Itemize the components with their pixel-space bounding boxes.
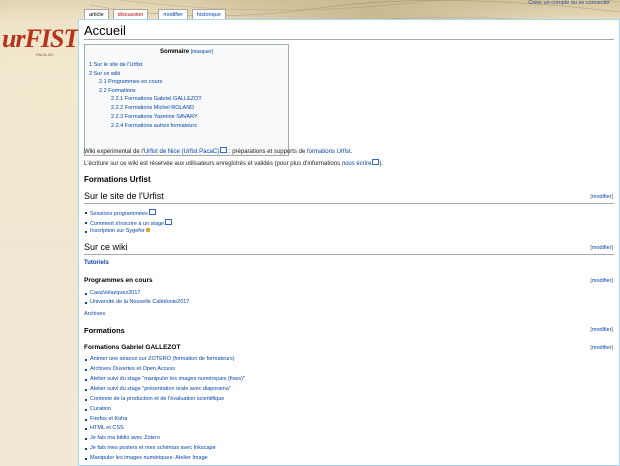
edit-label[interactable]: modifier xyxy=(592,278,612,284)
link-tutoriels[interactable]: Tutoriels xyxy=(84,260,109,266)
list-item[interactable]: CasaVelazquez2017 xyxy=(84,290,140,296)
external-link-icon xyxy=(148,209,156,215)
list-item[interactable]: Animer une séance sur ZOTERO (formation … xyxy=(85,356,235,362)
list-item[interactable]: HTML et CSS xyxy=(85,425,124,431)
toc-toggle[interactable]: [masquer] xyxy=(191,49,213,55)
table-of-contents: Sommaire [masquer] 1 Sur le site de l'Ur… xyxy=(84,44,289,156)
link-archives[interactable]: Archives xyxy=(84,311,105,317)
toc-title: Sommaire xyxy=(160,49,190,55)
list-item[interactable]: Firefox et Koha xyxy=(84,416,127,422)
urfist-nice-link[interactable]: Urfist de Nice (Urfist PacaC) xyxy=(144,149,219,155)
edit-label[interactable]: modifier xyxy=(592,194,612,200)
login-link[interactable]: Créer un compte ou se connecter xyxy=(528,0,610,6)
link-inscription[interactable]: Comment s'inscrire à un stage xyxy=(84,219,173,227)
heading-site-urfist: Sur le site de l'Urfist xyxy=(84,191,164,201)
intro-text: L'écriture sur ce wiki est réservée aux … xyxy=(84,161,342,167)
edit-label[interactable]: modifier xyxy=(592,245,612,251)
list-item[interactable]: Curation xyxy=(85,406,111,412)
intro-text: . xyxy=(350,149,353,155)
logo-subtext: PACA-NC xyxy=(36,52,54,57)
list-item[interactable]: Manipuler les images numériques- Atelier… xyxy=(85,455,208,461)
edit-label[interactable]: modifier xyxy=(592,345,612,351)
list-item[interactable]: Comment s'inscrire à un stage xyxy=(90,221,164,227)
list-item[interactable]: Université de la Nouvelle Calédonie2017 xyxy=(84,299,189,305)
edit-section-formations[interactable]: [modifier] xyxy=(590,327,613,333)
lock-icon xyxy=(145,228,150,232)
list-item[interactable]: Je fais mes posters et mes schémas avec … xyxy=(85,445,216,451)
link-sessions[interactable]: Sessions programmées xyxy=(85,209,156,217)
page-title: Accueil xyxy=(84,23,126,38)
formations-urfist-link[interactable]: formations Urfist xyxy=(307,149,351,155)
edit-section-site[interactable]: [modifier] xyxy=(590,194,613,200)
intro-paragraph-2: L'écriture sur ce wiki est réservée aux … xyxy=(84,159,383,167)
list-item[interactable]: Inscription sur Sygefor xyxy=(90,228,145,234)
toc-item-autres[interactable]: 2.2.4 Formations autres formateurs xyxy=(111,123,197,129)
list-item[interactable]: Atelier suivi du stage "manipuler les im… xyxy=(85,376,245,382)
list-item[interactable]: Archives Ouvertes et Open Access xyxy=(85,366,175,372)
external-link-icon xyxy=(165,219,173,225)
site-logo[interactable]: urFIST PACA-NC xyxy=(2,24,79,64)
heading-formations-urfist: Formations Urfist xyxy=(84,175,151,184)
toc-item-programmes[interactable]: 2.1 Programmes en cours xyxy=(99,79,162,85)
section-divider xyxy=(84,254,614,255)
edit-section-gallezot[interactable]: [modifier] xyxy=(590,345,613,351)
heading-programmes: Programmes en cours xyxy=(84,277,153,284)
toc-item-formations[interactable]: 2.2 Formations xyxy=(99,88,136,94)
toc-item-wiki[interactable]: 2 Sur ce wiki xyxy=(89,71,120,77)
intro-text: : préparations et supports de xyxy=(227,149,307,155)
title-divider xyxy=(84,39,614,40)
intro-text: ). xyxy=(379,161,384,167)
toc-header: Sommaire [masquer] xyxy=(85,49,288,55)
edit-label[interactable]: modifier xyxy=(592,327,612,333)
logo-text: urFIST xyxy=(2,24,79,53)
heading-gallezot: Formations Gabriel GALLEZOT xyxy=(84,344,181,351)
edit-section-wiki[interactable]: [modifier] xyxy=(590,245,613,251)
heading-wiki: Sur ce wiki xyxy=(84,242,128,252)
edit-section-programmes[interactable]: [modifier] xyxy=(590,278,613,284)
toc-item-site[interactable]: 1 Sur le site de l'Urfist xyxy=(89,62,142,68)
intro-paragraph-1: Wiki expérimental de l'Urfist de Nice (U… xyxy=(84,147,352,155)
contact-link[interactable]: nous écrire xyxy=(342,161,372,167)
main-content: Accueil Sommaire [masquer] 1 Sur le site… xyxy=(78,19,620,466)
list-item[interactable]: Je fais ma biblio avec Zotero xyxy=(84,435,160,441)
toc-item-savary[interactable]: 2.2.3 Formations Yasmine SAVARY xyxy=(111,114,198,120)
intro-text: Wiki expérimental de l' xyxy=(84,149,144,155)
section-divider xyxy=(84,203,614,204)
toc-item-gallezot[interactable]: 2.2.1 Formations Gabriel GALLEZOT xyxy=(111,96,202,102)
toc-item-roland[interactable]: 2.2.2 Formations Michel ROLAND xyxy=(111,105,194,111)
list-item[interactable]: Atelier suivi du stage "présentation ora… xyxy=(85,386,231,392)
heading-formations: Formations xyxy=(84,326,125,335)
list-item[interactable]: Contexte de la production et de l'évalua… xyxy=(84,396,224,402)
link-sygefor[interactable]: Inscription sur Sygefor xyxy=(85,228,150,234)
list-item[interactable]: Sessions programmées xyxy=(90,211,148,217)
